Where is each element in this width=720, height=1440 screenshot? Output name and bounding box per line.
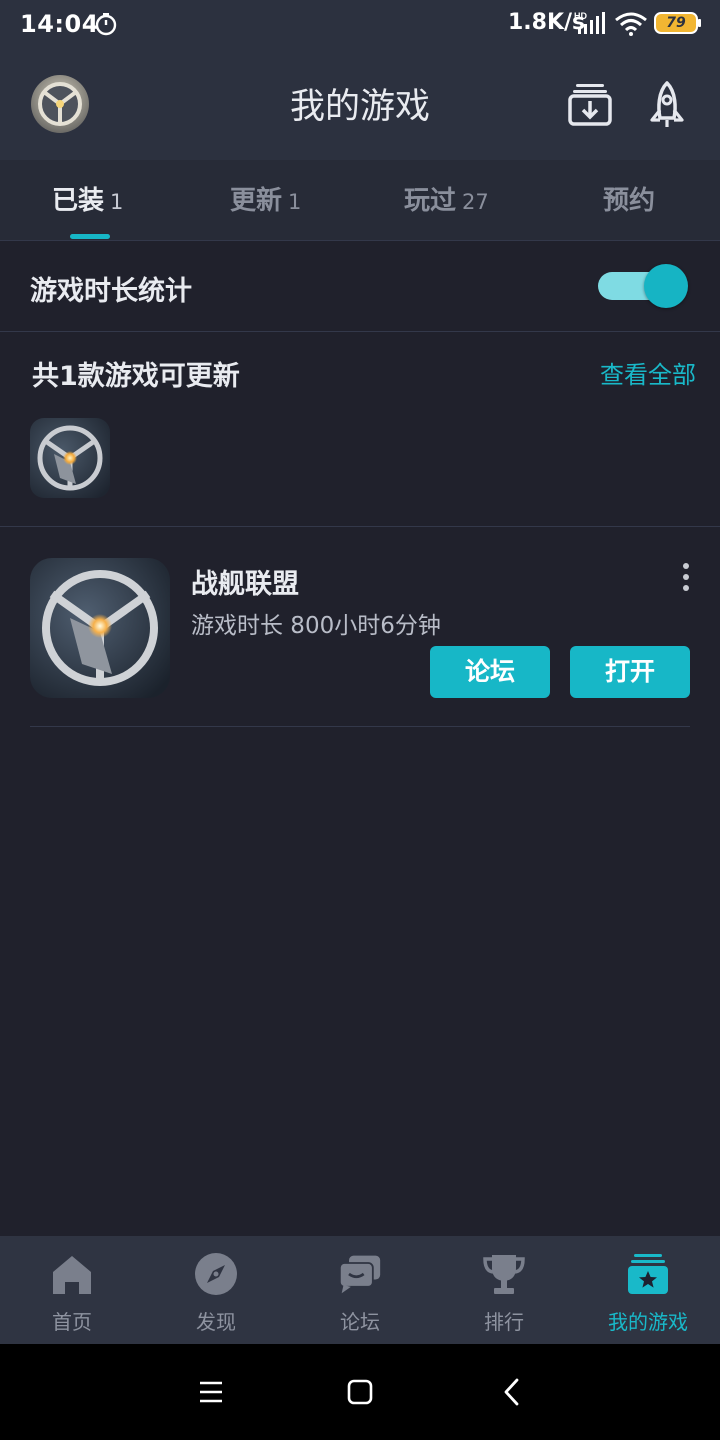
nav-label: 论坛 xyxy=(340,1310,380,1334)
home-icon xyxy=(53,1256,91,1294)
wifi-icon xyxy=(615,12,647,36)
battery-icon: 79 xyxy=(654,12,702,34)
tab-label: 已装 xyxy=(52,186,105,216)
section-divider xyxy=(0,526,720,527)
toggle-knob xyxy=(644,264,688,308)
my-games-icon xyxy=(628,1254,668,1294)
tab-installed[interactable]: 已装 1 xyxy=(52,180,123,217)
view-all-link[interactable]: 查看全部 xyxy=(600,355,696,390)
tab-bar: 已装 1 更新 1 玩过 27 预约 xyxy=(0,160,720,241)
nav-ranking[interactable]: 排行 xyxy=(432,1236,576,1344)
tab-updates[interactable]: 更新 1 xyxy=(230,180,301,217)
timer-icon xyxy=(95,13,117,36)
nav-label: 排行 xyxy=(484,1310,524,1334)
menu-icon[interactable] xyxy=(190,1372,230,1412)
more-options-icon[interactable] xyxy=(676,562,696,592)
game-name: 战舰联盟 xyxy=(191,569,299,600)
playtime-stats-row: 游戏时长统计 xyxy=(0,241,720,332)
tab-reservations[interactable]: 预约 xyxy=(603,180,655,217)
svg-text:HD: HD xyxy=(574,11,587,21)
nav-label: 发现 xyxy=(196,1310,236,1334)
rocket-icon[interactable] xyxy=(646,80,688,130)
nav-label: 我的游戏 xyxy=(608,1310,688,1334)
tab-count: 1 xyxy=(110,190,124,214)
compass-icon xyxy=(195,1253,237,1295)
signal-hd-icon: HD xyxy=(574,11,605,34)
nav-label: 首页 xyxy=(52,1310,92,1334)
playtime-stats-toggle[interactable] xyxy=(598,264,688,308)
card-divider xyxy=(30,726,690,727)
tab-label: 预约 xyxy=(603,186,656,216)
download-manager-icon[interactable] xyxy=(566,80,614,128)
active-tab-indicator xyxy=(70,234,110,239)
game-playtime: 游戏时长 800小时6分钟 xyxy=(191,613,441,639)
tab-count: 1 xyxy=(288,190,302,214)
bottom-nav: 首页 发现 论坛 排行 我的游戏 xyxy=(0,1236,720,1344)
home-square-icon[interactable] xyxy=(340,1372,380,1412)
nav-forum[interactable]: 论坛 xyxy=(288,1236,432,1344)
update-game-icon[interactable] xyxy=(30,418,110,498)
open-game-button[interactable]: 打开 xyxy=(570,646,690,698)
battery-level: 79 xyxy=(666,15,686,31)
avatar[interactable] xyxy=(30,74,90,134)
trophy-icon xyxy=(483,1255,525,1294)
tab-count: 27 xyxy=(462,190,489,214)
chat-icon xyxy=(338,1255,381,1294)
system-nav-bar xyxy=(0,1344,720,1440)
game-icon[interactable] xyxy=(30,558,170,698)
forum-button[interactable]: 论坛 xyxy=(430,646,550,698)
updates-title: 共1款游戏可更新 xyxy=(32,361,240,392)
nav-home[interactable]: 首页 xyxy=(0,1236,144,1344)
nav-discover[interactable]: 发现 xyxy=(144,1236,288,1344)
tab-label: 更新 xyxy=(230,186,283,216)
tab-played[interactable]: 玩过 27 xyxy=(404,180,489,217)
nav-my-games[interactable]: 我的游戏 xyxy=(576,1236,720,1344)
page-title: 我的游戏 xyxy=(289,87,430,127)
tab-label: 玩过 xyxy=(404,186,457,216)
playtime-stats-label: 游戏时长统计 xyxy=(30,276,192,307)
back-icon[interactable] xyxy=(492,1372,532,1412)
status-time: 14:04 xyxy=(20,10,99,38)
